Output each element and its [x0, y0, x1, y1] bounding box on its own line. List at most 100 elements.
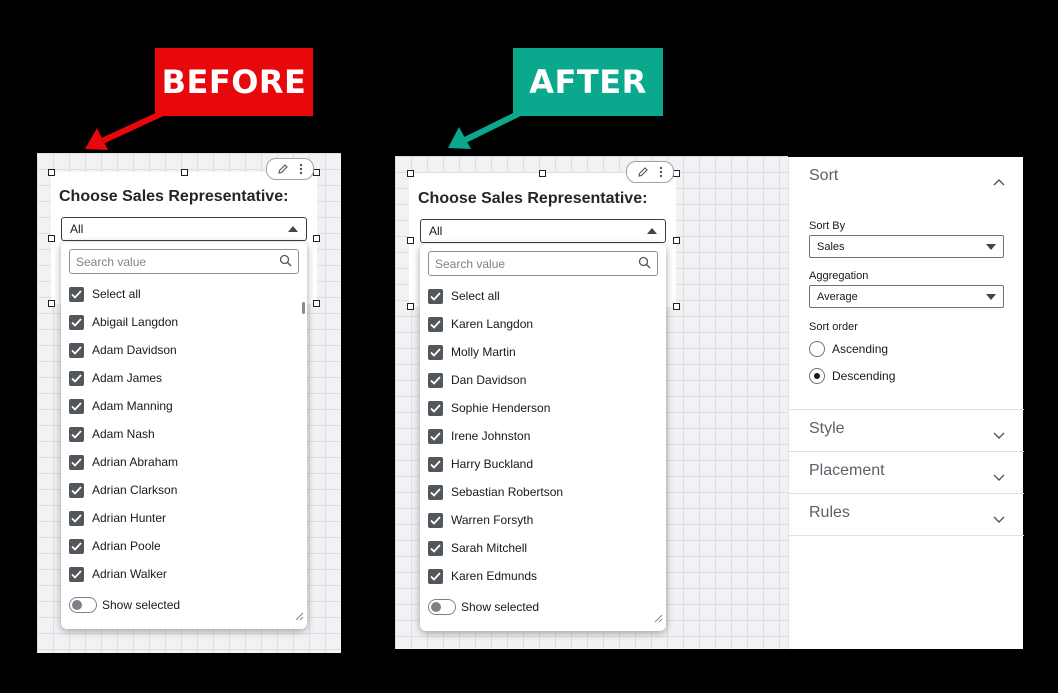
- checkbox-checked-icon[interactable]: [428, 428, 443, 444]
- style-section-header[interactable]: Style: [809, 420, 845, 438]
- descending-label: Descending: [832, 369, 896, 383]
- checkbox-checked-icon[interactable]: [69, 454, 84, 470]
- toggle-switch[interactable]: [69, 597, 97, 613]
- list-item[interactable]: Harry Buckland: [428, 450, 658, 478]
- sort-section-header[interactable]: Sort: [809, 167, 838, 185]
- divider: [789, 493, 1024, 494]
- list-item[interactable]: Sarah Mitchell: [428, 534, 658, 562]
- list-item[interactable]: Adrian Poole: [69, 532, 299, 560]
- list-item[interactable]: Adrian Hunter: [69, 504, 299, 532]
- search-input[interactable]: Search value: [428, 251, 658, 276]
- resize-handle[interactable]: [313, 300, 320, 307]
- list-item[interactable]: Karen Edmunds: [428, 562, 658, 590]
- search-input[interactable]: Search value: [69, 249, 299, 274]
- list-item[interactable]: Irene Johnston: [428, 422, 658, 450]
- rules-section-header[interactable]: Rules: [809, 504, 850, 522]
- checkbox-checked-icon[interactable]: [428, 512, 443, 528]
- resize-handle[interactable]: [48, 235, 55, 242]
- resize-handle[interactable]: [407, 303, 414, 310]
- list-item-label: Adam Manning: [92, 399, 173, 413]
- resize-handle[interactable]: [313, 235, 320, 242]
- resize-handle[interactable]: [407, 170, 414, 177]
- sort-order-label: Sort order: [809, 321, 858, 333]
- show-selected-toggle[interactable]: Show selected: [428, 599, 539, 615]
- pencil-icon[interactable]: [277, 163, 289, 175]
- resize-handle[interactable]: [673, 237, 680, 244]
- checkbox-checked-icon[interactable]: [428, 456, 443, 472]
- checkbox-checked-icon[interactable]: [428, 484, 443, 500]
- resize-handle[interactable]: [48, 169, 55, 176]
- list-item[interactable]: Sophie Henderson: [428, 394, 658, 422]
- chevron-up-icon[interactable]: [993, 173, 1005, 191]
- selected-value: All: [70, 222, 84, 236]
- checkbox-checked-icon[interactable]: [428, 288, 443, 304]
- resize-handle[interactable]: [539, 170, 546, 177]
- resize-handle[interactable]: [313, 169, 320, 176]
- more-options-icon[interactable]: [299, 163, 303, 175]
- checkbox-checked-icon[interactable]: [69, 566, 84, 582]
- after-arrow: [448, 109, 524, 149]
- resize-grip-icon[interactable]: [654, 610, 663, 628]
- checkbox-checked-icon[interactable]: [69, 314, 84, 330]
- list-item[interactable]: Sebastian Robertson: [428, 478, 658, 506]
- more-options-icon[interactable]: [659, 166, 663, 178]
- resize-grip-icon[interactable]: [295, 608, 304, 626]
- select-all-option[interactable]: Select all: [69, 280, 299, 308]
- value-select[interactable]: All: [61, 217, 307, 241]
- chevron-down-icon[interactable]: [993, 469, 1005, 487]
- checkbox-checked-icon[interactable]: [69, 510, 84, 526]
- radio-ascending[interactable]: Ascending: [809, 341, 888, 357]
- sort-by-select[interactable]: Sales: [809, 235, 1004, 258]
- properties-panel: Sort Sort By Sales Aggregation Average S…: [788, 157, 1024, 649]
- list-item-label: Adrian Clarkson: [92, 483, 178, 497]
- checkbox-checked-icon[interactable]: [69, 426, 84, 442]
- list-item[interactable]: Abigail Langdon: [69, 308, 299, 336]
- list-item[interactable]: Adrian Clarkson: [69, 476, 299, 504]
- list-item[interactable]: Dan Davidson: [428, 366, 658, 394]
- radio-unchecked-icon[interactable]: [809, 341, 825, 357]
- chevron-down-icon[interactable]: [993, 511, 1005, 529]
- scrollbar-thumb[interactable]: [302, 302, 305, 314]
- toggle-switch[interactable]: [428, 599, 456, 615]
- checkbox-checked-icon[interactable]: [69, 342, 84, 358]
- list-item[interactable]: Molly Martin: [428, 338, 658, 366]
- radio-checked-icon[interactable]: [809, 368, 825, 384]
- list-item[interactable]: Adam James: [69, 364, 299, 392]
- select-all-option[interactable]: Select all: [428, 282, 658, 310]
- checkbox-checked-icon[interactable]: [428, 316, 443, 332]
- aggregation-select[interactable]: Average: [809, 285, 1004, 308]
- checkbox-checked-icon[interactable]: [69, 538, 84, 554]
- checkbox-checked-icon[interactable]: [428, 400, 443, 416]
- list-item[interactable]: Adam Nash: [69, 420, 299, 448]
- checkbox-checked-icon[interactable]: [428, 372, 443, 388]
- list-item[interactable]: Adam Davidson: [69, 336, 299, 364]
- list-item[interactable]: Karen Langdon: [428, 310, 658, 338]
- resize-handle[interactable]: [673, 303, 680, 310]
- checkbox-checked-icon[interactable]: [69, 398, 84, 414]
- widget-title: Choose Sales Representative:: [418, 190, 648, 207]
- list-item[interactable]: Adrian Abraham: [69, 448, 299, 476]
- sort-by-value: Sales: [817, 240, 845, 253]
- checkbox-checked-icon[interactable]: [69, 286, 84, 302]
- show-selected-toggle[interactable]: Show selected: [69, 597, 180, 613]
- radio-descending[interactable]: Descending: [809, 368, 895, 384]
- resize-handle[interactable]: [48, 300, 55, 307]
- checkbox-checked-icon[interactable]: [428, 568, 443, 584]
- pencil-icon[interactable]: [637, 166, 649, 178]
- resize-handle[interactable]: [673, 170, 680, 177]
- caret-up-icon: [647, 228, 657, 234]
- checkbox-checked-icon[interactable]: [428, 540, 443, 556]
- checkbox-checked-icon[interactable]: [69, 370, 84, 386]
- checkbox-checked-icon[interactable]: [69, 482, 84, 498]
- list-item[interactable]: Adrian Walker: [69, 560, 299, 588]
- list-item-label: Adrian Walker: [92, 567, 167, 581]
- chevron-down-icon[interactable]: [993, 427, 1005, 445]
- value-select[interactable]: All: [420, 219, 666, 243]
- before-canvas: Choose Sales Representative: All Search …: [37, 153, 341, 653]
- list-item[interactable]: Adam Manning: [69, 392, 299, 420]
- placement-section-header[interactable]: Placement: [809, 462, 885, 480]
- resize-handle[interactable]: [181, 169, 188, 176]
- resize-handle[interactable]: [407, 237, 414, 244]
- checkbox-checked-icon[interactable]: [428, 344, 443, 360]
- list-item[interactable]: Warren Forsyth: [428, 506, 658, 534]
